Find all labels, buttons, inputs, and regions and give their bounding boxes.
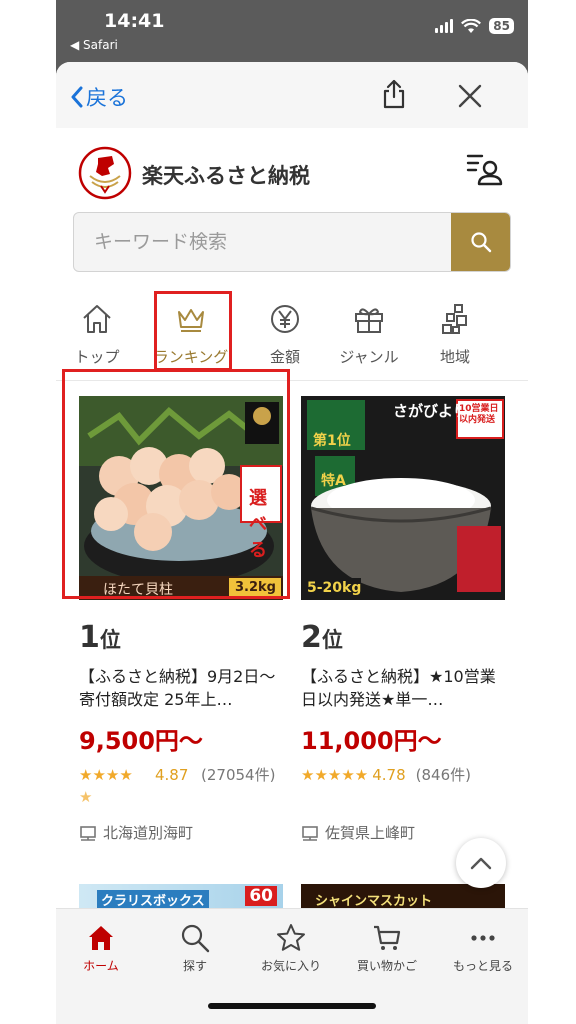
cart-icon bbox=[374, 925, 401, 950]
member-menu-icon[interactable] bbox=[464, 148, 504, 188]
tab-amount-label: 金額 bbox=[269, 348, 300, 366]
product-card[interactable]: さがびより 第1位 特A 10営業日以内発送 5-20kg 2位 【ふるさと納税… bbox=[301, 396, 505, 843]
tab-region[interactable]: 地域 bbox=[410, 298, 500, 368]
rank-number: 1 bbox=[79, 620, 100, 655]
preview-badge: 60 bbox=[245, 886, 277, 906]
brand-name[interactable]: 楽天ふるさと納税 bbox=[142, 160, 310, 190]
gift-icon bbox=[355, 308, 383, 333]
preview-label: クラリスボックス bbox=[97, 890, 209, 909]
close-icon[interactable] bbox=[454, 80, 486, 112]
image-text-first: 第1位 bbox=[313, 433, 351, 449]
product-title[interactable]: 【ふるさと納税】★10営業日以内発送★単一… bbox=[301, 665, 505, 711]
tab-home-label: ホーム bbox=[83, 959, 119, 973]
star-icon bbox=[277, 924, 305, 951]
tab-region-label: 地域 bbox=[439, 348, 470, 366]
browser-sheet: 戻る 楽天ふるさと納税 キーワード検索 トップ ランキング 金額 ジャンル 地域… bbox=[56, 62, 528, 1024]
product-rating: ★★★★★ 4.78 (846件) bbox=[301, 764, 505, 786]
right-margin bbox=[528, 0, 576, 1024]
tab-top[interactable]: トップ bbox=[56, 298, 142, 368]
rank-number: 2 bbox=[301, 620, 322, 655]
status-icons: 85 bbox=[435, 18, 514, 34]
tab-more-label: もっと見る bbox=[452, 959, 513, 973]
tab-search-label: 探す bbox=[182, 959, 207, 973]
rakuten-furusato-logo[interactable] bbox=[78, 146, 132, 200]
search-icon bbox=[181, 924, 210, 953]
home-icon bbox=[89, 926, 113, 950]
map-icon bbox=[442, 304, 467, 334]
search-icon bbox=[470, 232, 491, 253]
scroll-to-top-button[interactable] bbox=[456, 838, 506, 888]
yen-icon bbox=[271, 305, 299, 333]
more-icon bbox=[471, 935, 495, 941]
rank-label: 1位 bbox=[79, 620, 283, 655]
status-time: 14:41 bbox=[104, 10, 165, 32]
phone-screen: 14:41 ◀ Safari 85 戻る 楽天ふるさと納税 キーワード検索 トッ… bbox=[56, 0, 528, 1024]
product-price: 9,500円〜 bbox=[79, 727, 203, 755]
tab-more[interactable]: もっと見る bbox=[436, 917, 528, 974]
tab-favorites-label: お気に入り bbox=[260, 959, 321, 973]
bottom-tab-bar: ホーム 探す お気に入り 買い物かご もっと見る bbox=[56, 908, 528, 1024]
image-text-weight: 5-20kg bbox=[307, 580, 362, 596]
location-label: 北海道別海町 bbox=[103, 824, 194, 842]
rating-score: 4.78 bbox=[372, 766, 406, 784]
back-to-app-link[interactable]: ◀ Safari bbox=[70, 38, 118, 52]
tab-top-label: トップ bbox=[74, 348, 120, 366]
battery-icon: 85 bbox=[489, 18, 514, 34]
star-rating-icon: ★★★★ bbox=[79, 766, 133, 784]
municipality-icon bbox=[80, 825, 96, 841]
product-location: 北海道別海町 bbox=[79, 822, 283, 843]
site-header: 楽天ふるさと納税 bbox=[56, 128, 528, 212]
rank-suffix: 位 bbox=[321, 628, 343, 652]
chevron-left-icon bbox=[71, 86, 83, 108]
share-icon[interactable] bbox=[378, 78, 410, 110]
search-bar bbox=[73, 212, 511, 272]
tab-cart[interactable]: 買い物かご bbox=[340, 917, 434, 974]
category-nav: トップ ランキング 金額 ジャンル 地域 bbox=[56, 298, 528, 368]
chevron-up-icon bbox=[470, 857, 492, 870]
rank-suffix: 位 bbox=[99, 628, 121, 652]
product-image-rice[interactable]: さがびより 第1位 特A 10営業日以内発送 5-20kg bbox=[301, 396, 505, 600]
product-price: 11,000円〜 bbox=[301, 727, 442, 755]
location-label: 佐賀県上峰町 bbox=[325, 824, 416, 842]
signal-icon bbox=[435, 19, 454, 33]
search-button[interactable] bbox=[451, 213, 510, 271]
wifi-icon bbox=[461, 18, 482, 33]
left-margin bbox=[0, 0, 56, 1024]
browser-nav-bar: 戻る bbox=[56, 62, 528, 128]
tab-favorites[interactable]: お気に入り bbox=[244, 917, 338, 974]
image-highlight-box bbox=[62, 369, 290, 599]
tab-search[interactable]: 探す bbox=[148, 917, 242, 974]
product-rating: ★★★★ ★ 4.87 (27054件) bbox=[79, 764, 283, 808]
municipality-icon bbox=[302, 825, 318, 841]
home-icon bbox=[83, 305, 111, 333]
tab-home[interactable]: ホーム bbox=[56, 917, 148, 974]
back-label: 戻る bbox=[86, 86, 128, 110]
ranking-highlight-box bbox=[154, 291, 232, 371]
review-count: (27054件) bbox=[201, 766, 276, 784]
image-text-shipping: 10営業日以内発送 bbox=[459, 404, 499, 425]
preview-label: シャインマスカット bbox=[315, 894, 433, 909]
tab-cart-label: 買い物かご bbox=[356, 959, 417, 973]
back-button[interactable]: 戻る bbox=[70, 82, 128, 112]
star-rating-icon: ★★★★★ bbox=[301, 766, 369, 784]
tab-genre[interactable]: ジャンル bbox=[324, 298, 414, 368]
image-text-brand: さがびより bbox=[393, 402, 468, 420]
half-star-icon: ★ bbox=[79, 788, 93, 806]
search-input[interactable] bbox=[74, 213, 452, 271]
rice-image bbox=[301, 396, 505, 600]
product-title[interactable]: 【ふるさと納税】9月2日〜寄付額改定 25年上… bbox=[79, 665, 283, 711]
image-text-toku-a: 特A bbox=[321, 473, 346, 489]
status-bar: 14:41 ◀ Safari 85 bbox=[56, 0, 528, 62]
tab-genre-label: ジャンル bbox=[339, 348, 399, 366]
tab-amount[interactable]: 金額 bbox=[240, 298, 330, 368]
review-count: (846件) bbox=[415, 766, 471, 784]
home-indicator bbox=[208, 1003, 376, 1009]
rating-score: 4.87 bbox=[155, 766, 189, 784]
rank-label: 2位 bbox=[301, 620, 505, 655]
